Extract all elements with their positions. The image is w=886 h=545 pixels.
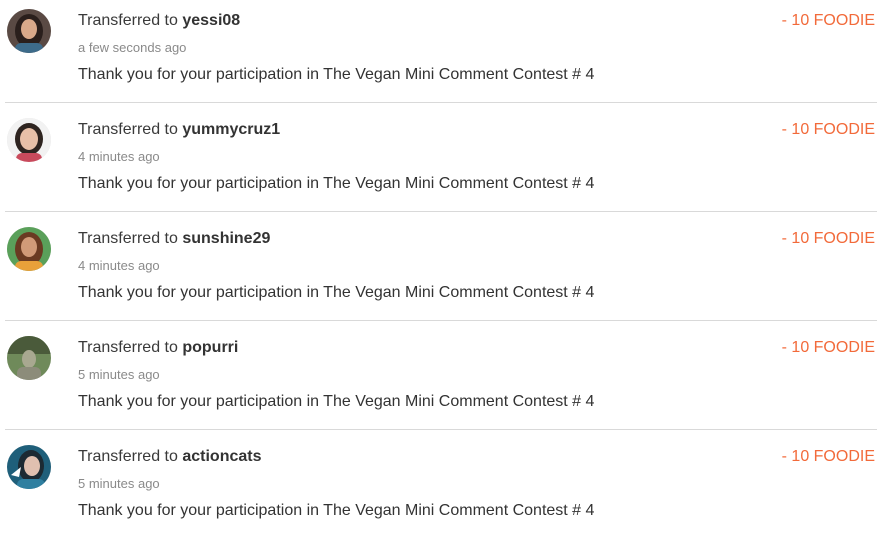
transfer-amount: - 10 FOODIE bbox=[781, 12, 875, 29]
transfer-memo: Thank you for your participation in The … bbox=[78, 502, 595, 519]
avatar-icon[interactable] bbox=[7, 227, 51, 271]
transfer-item: Transferred to yummycruz1 4 minutes ago … bbox=[0, 109, 886, 218]
divider bbox=[5, 211, 877, 212]
transfer-history-list: Transferred to yessi08 a few seconds ago… bbox=[0, 0, 886, 532]
transfer-timestamp: 5 minutes ago bbox=[78, 367, 160, 382]
user-avatar-icon bbox=[7, 118, 51, 162]
recipient-username-link[interactable]: actioncats bbox=[182, 448, 261, 465]
transfer-memo: Thank you for your participation in The … bbox=[78, 284, 595, 301]
transfer-item: Transferred to actioncats 5 minutes ago … bbox=[0, 436, 886, 545]
transfer-memo: Thank you for your participation in The … bbox=[78, 393, 595, 410]
recipient-username-link[interactable]: sunshine29 bbox=[182, 230, 270, 247]
user-avatar-icon bbox=[7, 9, 51, 53]
transfer-timestamp: a few seconds ago bbox=[78, 40, 187, 55]
avatar-icon[interactable] bbox=[7, 9, 51, 53]
transfer-title: Transferred to yummycruz1 bbox=[78, 121, 280, 139]
transfer-item: Transferred to sunshine29 4 minutes ago … bbox=[0, 218, 886, 327]
transfer-amount: - 10 FOODIE bbox=[781, 448, 875, 465]
avatar-icon[interactable] bbox=[7, 336, 51, 380]
transfer-amount: - 10 FOODIE bbox=[781, 230, 875, 247]
transfer-prefix: Transferred to bbox=[78, 339, 178, 356]
divider bbox=[5, 429, 877, 430]
transfer-prefix: Transferred to bbox=[78, 448, 178, 465]
transfer-prefix: Transferred to bbox=[78, 121, 178, 138]
transfer-item: Transferred to popurri 5 minutes ago Tha… bbox=[0, 327, 886, 436]
transfer-amount: - 10 FOODIE bbox=[781, 121, 875, 138]
transfer-timestamp: 4 minutes ago bbox=[78, 149, 160, 164]
divider bbox=[5, 320, 877, 321]
divider bbox=[5, 102, 877, 103]
recipient-username-link[interactable]: yummycruz1 bbox=[182, 121, 280, 138]
transfer-prefix: Transferred to bbox=[78, 12, 178, 29]
user-avatar-icon bbox=[7, 336, 51, 380]
transfer-prefix: Transferred to bbox=[78, 230, 178, 247]
avatar-icon[interactable] bbox=[7, 445, 51, 489]
transfer-title: Transferred to sunshine29 bbox=[78, 230, 270, 248]
transfer-title: Transferred to popurri bbox=[78, 339, 238, 357]
recipient-username-link[interactable]: yessi08 bbox=[182, 12, 240, 29]
transfer-memo: Thank you for your participation in The … bbox=[78, 175, 595, 192]
transfer-timestamp: 5 minutes ago bbox=[78, 476, 160, 491]
transfer-memo: Thank you for your participation in The … bbox=[78, 66, 595, 83]
transfer-title: Transferred to actioncats bbox=[78, 448, 261, 466]
user-avatar-icon bbox=[7, 227, 51, 271]
recipient-username-link[interactable]: popurri bbox=[182, 339, 238, 356]
transfer-timestamp: 4 minutes ago bbox=[78, 258, 160, 273]
avatar-icon[interactable] bbox=[7, 118, 51, 162]
transfer-amount: - 10 FOODIE bbox=[781, 339, 875, 356]
transfer-title: Transferred to yessi08 bbox=[78, 12, 240, 30]
user-avatar-icon bbox=[7, 445, 51, 489]
transfer-item: Transferred to yessi08 a few seconds ago… bbox=[0, 0, 886, 109]
